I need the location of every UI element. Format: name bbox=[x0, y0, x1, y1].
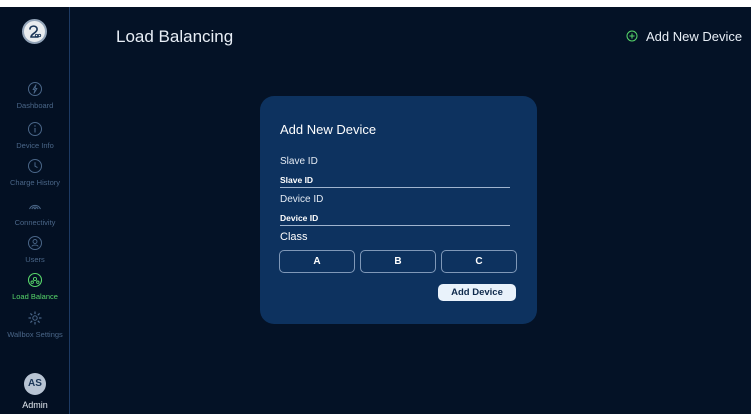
sidebar-item-load-balance[interactable]: Load Balance bbox=[0, 272, 70, 312]
app-window: Dashboard Device Info Charge History Con… bbox=[0, 7, 751, 414]
lightning-circle-icon bbox=[28, 82, 42, 96]
class-label: Class bbox=[280, 231, 308, 243]
sidebar-item-dashboard[interactable]: Dashboard bbox=[0, 81, 70, 121]
add-new-device-link[interactable]: Add New Device bbox=[626, 28, 742, 44]
slave-id-input[interactable] bbox=[280, 172, 510, 188]
device-id-label: Device ID bbox=[280, 194, 324, 205]
signal-icon bbox=[29, 204, 41, 210]
sidebar-item-charge-history[interactable]: Charge History bbox=[0, 158, 70, 198]
sidebar-item-wallbox-settings[interactable]: Wallbox Settings bbox=[0, 310, 70, 350]
sidebar-item-label: Charge History bbox=[9, 178, 61, 187]
add-device-button[interactable]: Add Device bbox=[438, 284, 516, 301]
add-device-modal: Add New Device Slave ID Device ID Class … bbox=[260, 96, 537, 324]
class-a-button[interactable]: A bbox=[279, 250, 355, 273]
slave-id-label: Slave ID bbox=[280, 156, 318, 167]
device-id-input[interactable] bbox=[280, 210, 510, 226]
sidebar-item-label: Users bbox=[25, 255, 45, 264]
add-new-device-label: Add New Device bbox=[646, 28, 743, 44]
sidebar: Dashboard Device Info Charge History Con… bbox=[0, 7, 70, 414]
sidebar-item-label: Dashboard bbox=[16, 101, 54, 110]
info-circle-icon bbox=[28, 122, 42, 136]
sidebar-item-label: Connectivity bbox=[14, 218, 56, 227]
avatar[interactable]: AS bbox=[24, 373, 46, 395]
brand-logo-icon[interactable] bbox=[22, 19, 47, 44]
sidebar-item-users[interactable]: Users bbox=[0, 235, 70, 275]
sidebar-item-label: Wallbox Settings bbox=[7, 330, 63, 339]
plus-circle-icon bbox=[626, 30, 638, 42]
class-c-button[interactable]: C bbox=[441, 250, 517, 273]
sidebar-item-label: Load Balance bbox=[12, 292, 58, 301]
clock-icon bbox=[28, 159, 42, 173]
sidebar-item-device-info[interactable]: Device Info bbox=[0, 121, 70, 161]
modal-title: Add New Device bbox=[280, 122, 377, 137]
gear-icon bbox=[28, 311, 42, 325]
sidebar-item-label: Device Info bbox=[16, 141, 54, 150]
user-icon bbox=[28, 236, 42, 250]
balance-icon bbox=[27, 272, 43, 288]
sidebar-item-connectivity[interactable]: Connectivity bbox=[0, 198, 70, 238]
page-title: Load Balancing bbox=[116, 27, 234, 46]
app-frame: Dashboard Device Info Charge History Con… bbox=[0, 0, 751, 414]
user-name: Admin bbox=[22, 400, 48, 410]
class-b-button[interactable]: B bbox=[360, 250, 436, 273]
